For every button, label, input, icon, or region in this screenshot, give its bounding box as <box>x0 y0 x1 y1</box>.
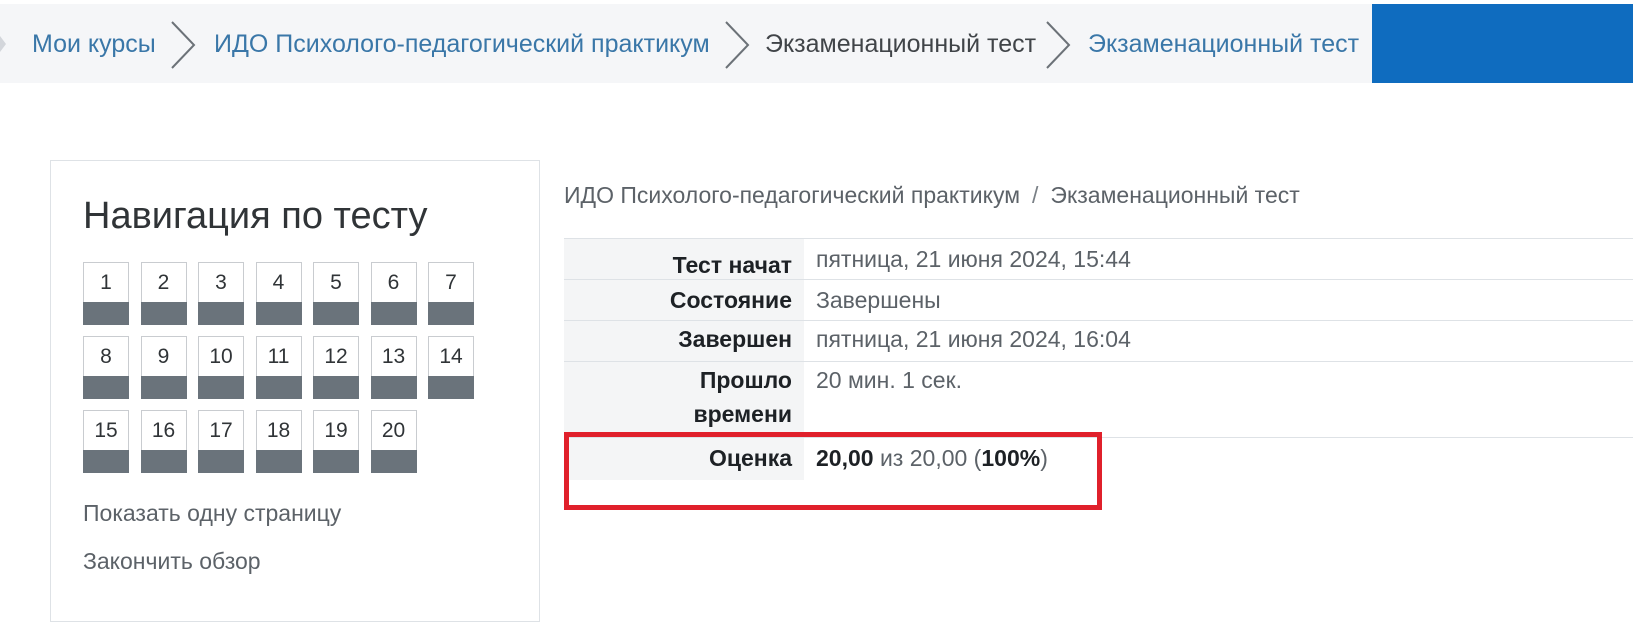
elapsed-label-line-2: времени <box>693 401 792 427</box>
question-button-8[interactable]: 8 <box>83 336 129 399</box>
question-button-13[interactable]: 13 <box>370 336 417 399</box>
question-answered-bar <box>255 450 302 473</box>
state-value: Завершены <box>816 287 941 313</box>
question-button-11[interactable]: 11 <box>255 336 302 399</box>
question-number: 16 <box>151 419 176 442</box>
question-button-9[interactable]: 9 <box>140 336 187 399</box>
grade-highlight-box <box>564 432 1102 510</box>
question-button-14[interactable]: 14 <box>428 336 474 399</box>
question-number: 12 <box>324 345 348 368</box>
breadcrumb-my-courses[interactable]: Мои курсы <box>32 28 156 60</box>
question-answered-bar <box>370 302 417 325</box>
question-answered-bar <box>140 376 187 399</box>
page-breadcrumb: ИДО Психолого-педагогический практикум / Э… <box>564 182 1300 209</box>
question-button-16[interactable]: 16 <box>140 410 187 473</box>
completed-value: пятница, 21 июня 2024, 16:04 <box>816 326 1131 352</box>
question-number: 18 <box>266 419 291 442</box>
chevron-right-icon <box>722 20 752 70</box>
question-button-2[interactable]: 2 <box>140 262 187 325</box>
question-answered-bar <box>140 450 187 473</box>
question-button-7[interactable]: 7 <box>428 262 474 325</box>
question-button-10[interactable]: 10 <box>198 336 244 399</box>
question-number: 8 <box>100 345 112 368</box>
question-answered-bar <box>198 450 244 473</box>
state-label: Состояние <box>669 287 792 313</box>
question-number: 9 <box>157 345 170 368</box>
question-button-4[interactable]: 4 <box>255 262 302 325</box>
question-button-6[interactable]: 6 <box>370 262 417 325</box>
question-answered-bar <box>255 302 302 325</box>
elapsed-label-line-1: Прошло <box>699 367 792 393</box>
breadcrumb-quiz-section: Экзаменационный тест <box>765 30 1037 58</box>
table-row: Прошло времени 20 мин. 1 сек. <box>564 361 1633 438</box>
question-answered-bar <box>370 450 417 473</box>
question-answered-bar <box>83 302 129 325</box>
question-number: 20 <box>381 419 406 442</box>
page-breadcrumb-quiz[interactable]: Экзаменационный тест <box>1050 182 1299 208</box>
breadcrumb-quiz[interactable]: Экзаменационный тест <box>1088 28 1359 60</box>
question-button-3[interactable]: 3 <box>198 262 244 325</box>
table-row: Состояние Завершены <box>564 279 1633 321</box>
chevron-right-icon <box>168 20 198 70</box>
question-button-20[interactable]: 20 <box>370 410 417 473</box>
question-button-18[interactable]: 18 <box>255 410 302 473</box>
question-button-19[interactable]: 19 <box>313 410 359 473</box>
question-answered-bar <box>83 450 129 473</box>
question-number: 14 <box>439 345 463 368</box>
table-row: Завершен пятница, 21 июня 2024, 16:04 <box>564 320 1633 362</box>
question-button-17[interactable]: 17 <box>198 410 244 473</box>
elapsed-value: 20 мин. 1 сек. <box>816 367 963 393</box>
question-number: 5 <box>330 271 342 294</box>
question-number: 15 <box>94 419 118 442</box>
started-value: пятница, 21 июня 2024, 15:44 <box>816 246 1131 272</box>
question-number: 11 <box>267 345 290 368</box>
question-number: 3 <box>215 271 227 294</box>
question-number: 7 <box>445 271 457 294</box>
question-number: 19 <box>324 419 348 442</box>
completed-label: Завершен <box>678 326 792 352</box>
finish-review-link[interactable]: Закончить обзор <box>83 548 261 575</box>
question-number: 6 <box>387 271 400 294</box>
question-answered-bar <box>313 450 359 473</box>
chevron-right-icon <box>1043 20 1073 70</box>
question-button-1[interactable]: 1 <box>83 262 129 325</box>
header-accent-panel <box>1372 4 1633 83</box>
question-answered-bar <box>313 376 359 399</box>
question-number: 17 <box>209 419 233 442</box>
table-row: Тест начат пятница, 21 июня 2024, 15:44 <box>564 238 1633 280</box>
breadcrumb-lead-arrow <box>0 36 6 52</box>
question-button-12[interactable]: 12 <box>313 336 359 399</box>
question-button-15[interactable]: 15 <box>83 410 129 473</box>
question-answered-bar <box>370 376 417 399</box>
question-answered-bar <box>198 302 244 325</box>
question-number: 4 <box>272 271 285 294</box>
started-label: Тест начат <box>672 252 792 278</box>
question-answered-bar <box>198 376 244 399</box>
question-answered-bar <box>428 376 474 399</box>
breadcrumb-course[interactable]: ИДО Психолого-педагогический практикум <box>214 28 710 60</box>
page-breadcrumb-course[interactable]: ИДО Психолого-педагогический практикум <box>564 182 1020 208</box>
question-answered-bar <box>313 302 359 325</box>
question-number: 1 <box>100 271 112 294</box>
question-answered-bar <box>83 376 129 399</box>
question-answered-bar <box>428 302 474 325</box>
question-number: 2 <box>157 271 170 294</box>
question-answered-bar <box>255 376 302 399</box>
question-number: 10 <box>209 345 233 368</box>
question-number: 13 <box>381 345 406 368</box>
quiz-navigation-title: Навигация по тесту <box>83 195 428 237</box>
question-button-5[interactable]: 5 <box>313 262 359 325</box>
question-answered-bar <box>140 302 187 325</box>
breadcrumb-separator: / <box>1032 182 1039 208</box>
show-one-page-link[interactable]: Показать одну страницу <box>83 500 341 527</box>
